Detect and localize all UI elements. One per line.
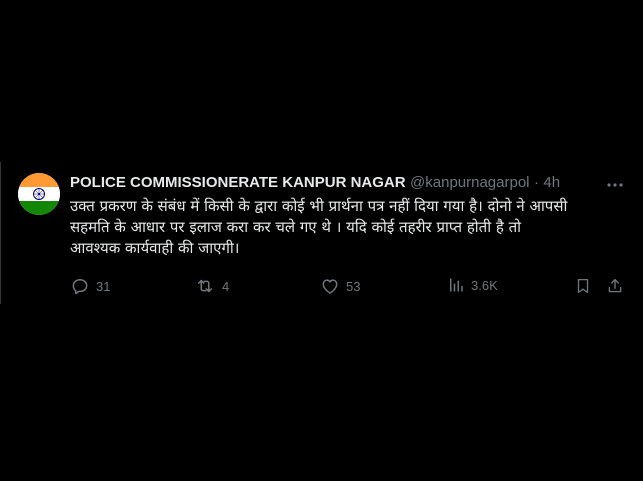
like-icon xyxy=(322,279,338,294)
tweet-actions: 31 4 53 3.6K xyxy=(70,276,625,296)
like-count: 53 xyxy=(346,278,361,294)
share-button[interactable] xyxy=(606,276,624,296)
reply-button[interactable]: 31 xyxy=(70,276,110,296)
flag-saffron-band xyxy=(18,173,60,187)
views-count: 3.6K xyxy=(471,277,498,293)
separator-dot: · xyxy=(533,174,539,191)
views-icon xyxy=(450,278,463,292)
tweet-header: POLICE COMMISSIONERATE KANPUR NAGAR @kan… xyxy=(70,174,625,194)
repost-button[interactable]: 4 xyxy=(194,276,229,296)
share-icon xyxy=(608,278,622,293)
display-name[interactable]: POLICE COMMISSIONERATE KANPUR NAGAR xyxy=(70,174,406,191)
tweet-text: उक्त प्रकरण के संबंध में किसी के द्वारा … xyxy=(70,197,568,257)
timeline-left-border xyxy=(0,162,1,304)
reply-icon xyxy=(72,279,88,295)
repost-icon xyxy=(198,279,212,293)
avatar[interactable] xyxy=(18,173,60,215)
bookmark-icon xyxy=(577,278,589,294)
user-handle[interactable]: @kanpurnagarpol xyxy=(410,174,529,191)
reply-count: 31 xyxy=(96,278,111,294)
tweet[interactable]: POLICE COMMISSIONERATE KANPUR NAGAR @kan… xyxy=(18,170,630,300)
like-button[interactable]: 53 xyxy=(320,276,360,296)
views-button[interactable]: 3.6K xyxy=(447,276,498,294)
flag-green-band xyxy=(18,201,60,215)
ashoka-chakra-icon xyxy=(33,188,45,200)
timestamp[interactable]: 4h xyxy=(543,174,560,191)
more-icon[interactable] xyxy=(606,173,624,192)
repost-count: 4 xyxy=(222,278,230,294)
bookmark-button[interactable] xyxy=(574,276,592,296)
